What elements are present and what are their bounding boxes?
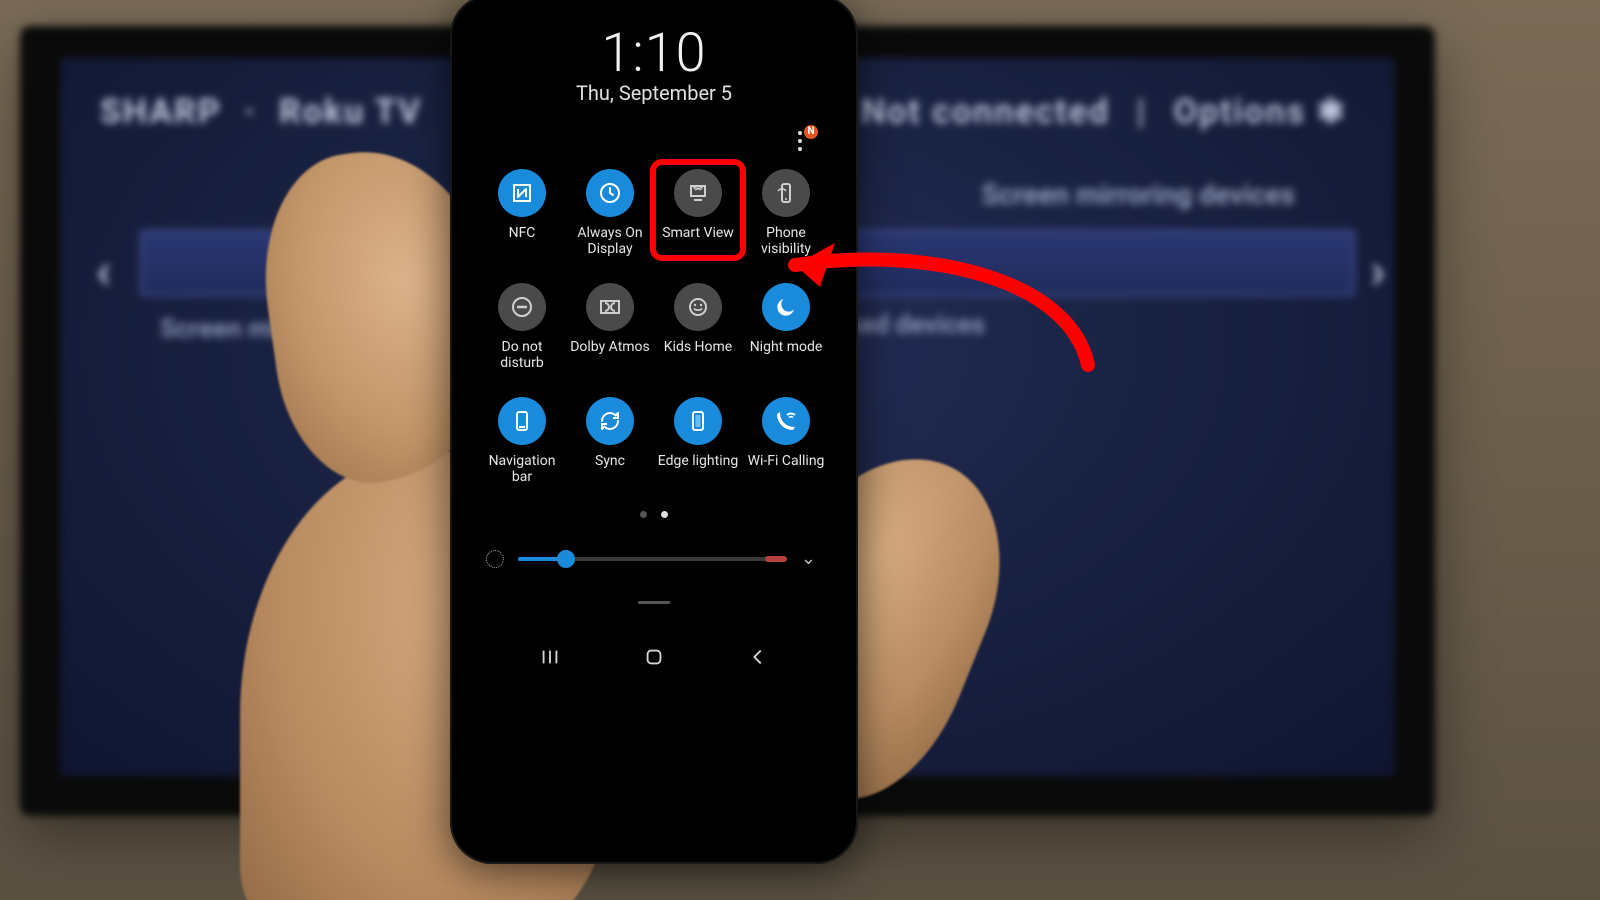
auto-brightness-marker — [765, 556, 787, 562]
tile-edgelighting[interactable]: Edge lighting — [654, 397, 742, 485]
tv-options: Options ✱ — [1174, 92, 1347, 132]
tile-label: Always On Display — [567, 225, 653, 257]
tv-heading: Screen mirroring devices — [982, 178, 1295, 211]
back-button[interactable] — [745, 644, 771, 670]
drag-handle[interactable] — [468, 589, 840, 608]
clock-date: Thu, September 5 — [468, 81, 840, 105]
tile-label: Sync — [595, 453, 625, 469]
tile-label: Do not disturb — [479, 339, 565, 371]
gear-icon[interactable] — [748, 131, 770, 153]
quick-settings-grid: NFC Always On Display Smart View Phone visi… — [468, 161, 840, 485]
tile-sync[interactable]: Sync — [566, 397, 654, 485]
pagination-dots — [468, 511, 840, 518]
edgelighting-icon — [674, 397, 722, 445]
page-dot[interactable] — [640, 511, 647, 518]
recents-button[interactable] — [537, 644, 563, 670]
brightness-row: ⌄ — [468, 518, 840, 569]
quick-settings-panel: 1:10 Thu, September 5 N NFC Always On Dis… — [468, 12, 840, 846]
tile-label: Dolby Atmos — [570, 339, 650, 355]
tile-smartview[interactable]: Smart View — [654, 169, 742, 257]
tile-kidshome[interactable]: Kids Home — [654, 283, 742, 371]
tile-dolby[interactable]: Dolby Atmos — [566, 283, 654, 371]
smartview-icon — [674, 169, 722, 217]
search-icon[interactable] — [704, 131, 726, 153]
tv-arrow-left: ‹ — [96, 242, 111, 299]
tv-platform: Roku TV — [279, 92, 422, 132]
brightness-icon — [486, 550, 504, 568]
tv-brand: SHARP — [100, 92, 222, 132]
tile-nightmode[interactable]: Night mode — [742, 283, 830, 371]
tile-label: Kids Home — [664, 339, 732, 355]
home-button[interactable] — [641, 644, 667, 670]
kidshome-icon — [674, 283, 722, 331]
page-dot[interactable] — [661, 511, 668, 518]
dolby-icon — [586, 283, 634, 331]
navbar-icon — [498, 397, 546, 445]
overflow-icon[interactable]: N — [792, 131, 810, 153]
phone: 1:10 Thu, September 5 N NFC Always On Dis… — [450, 0, 858, 864]
nav-bar — [468, 608, 840, 690]
tile-label: Phone visibility — [743, 225, 829, 257]
status-clock: 1:10 Thu, September 5 — [468, 22, 840, 105]
nightmode-icon — [762, 283, 810, 331]
tile-wificalling[interactable]: Wi-Fi Calling — [742, 397, 830, 485]
tile-dnd[interactable]: Do not disturb — [478, 283, 566, 371]
chevron-down-icon[interactable]: ⌄ — [801, 548, 816, 569]
tv-status: Not connected — [861, 92, 1110, 132]
tile-label: Night mode — [750, 339, 823, 355]
tv-arrow-right: › — [1370, 242, 1385, 299]
tile-label: Wi-Fi Calling — [748, 453, 825, 469]
aod-icon — [586, 169, 634, 217]
tile-label: NFC — [509, 225, 536, 241]
tile-navbar[interactable]: Navigation bar — [478, 397, 566, 485]
tile-label: Navigation bar — [479, 453, 565, 485]
clock-time: 1:10 — [468, 22, 840, 85]
tile-aod[interactable]: Always On Display — [566, 169, 654, 257]
phonevisibility-icon — [762, 169, 810, 217]
tile-label: Smart View — [662, 225, 734, 241]
tile-label: Edge lighting — [658, 453, 738, 469]
nfc-icon — [498, 169, 546, 217]
notification-badge: N — [804, 125, 818, 139]
tile-nfc[interactable]: NFC — [478, 169, 566, 257]
brightness-slider[interactable] — [518, 557, 787, 561]
sync-icon — [586, 397, 634, 445]
wificalling-icon — [762, 397, 810, 445]
tile-phonevisibility[interactable]: Phone visibility — [742, 169, 830, 257]
dnd-icon — [498, 283, 546, 331]
